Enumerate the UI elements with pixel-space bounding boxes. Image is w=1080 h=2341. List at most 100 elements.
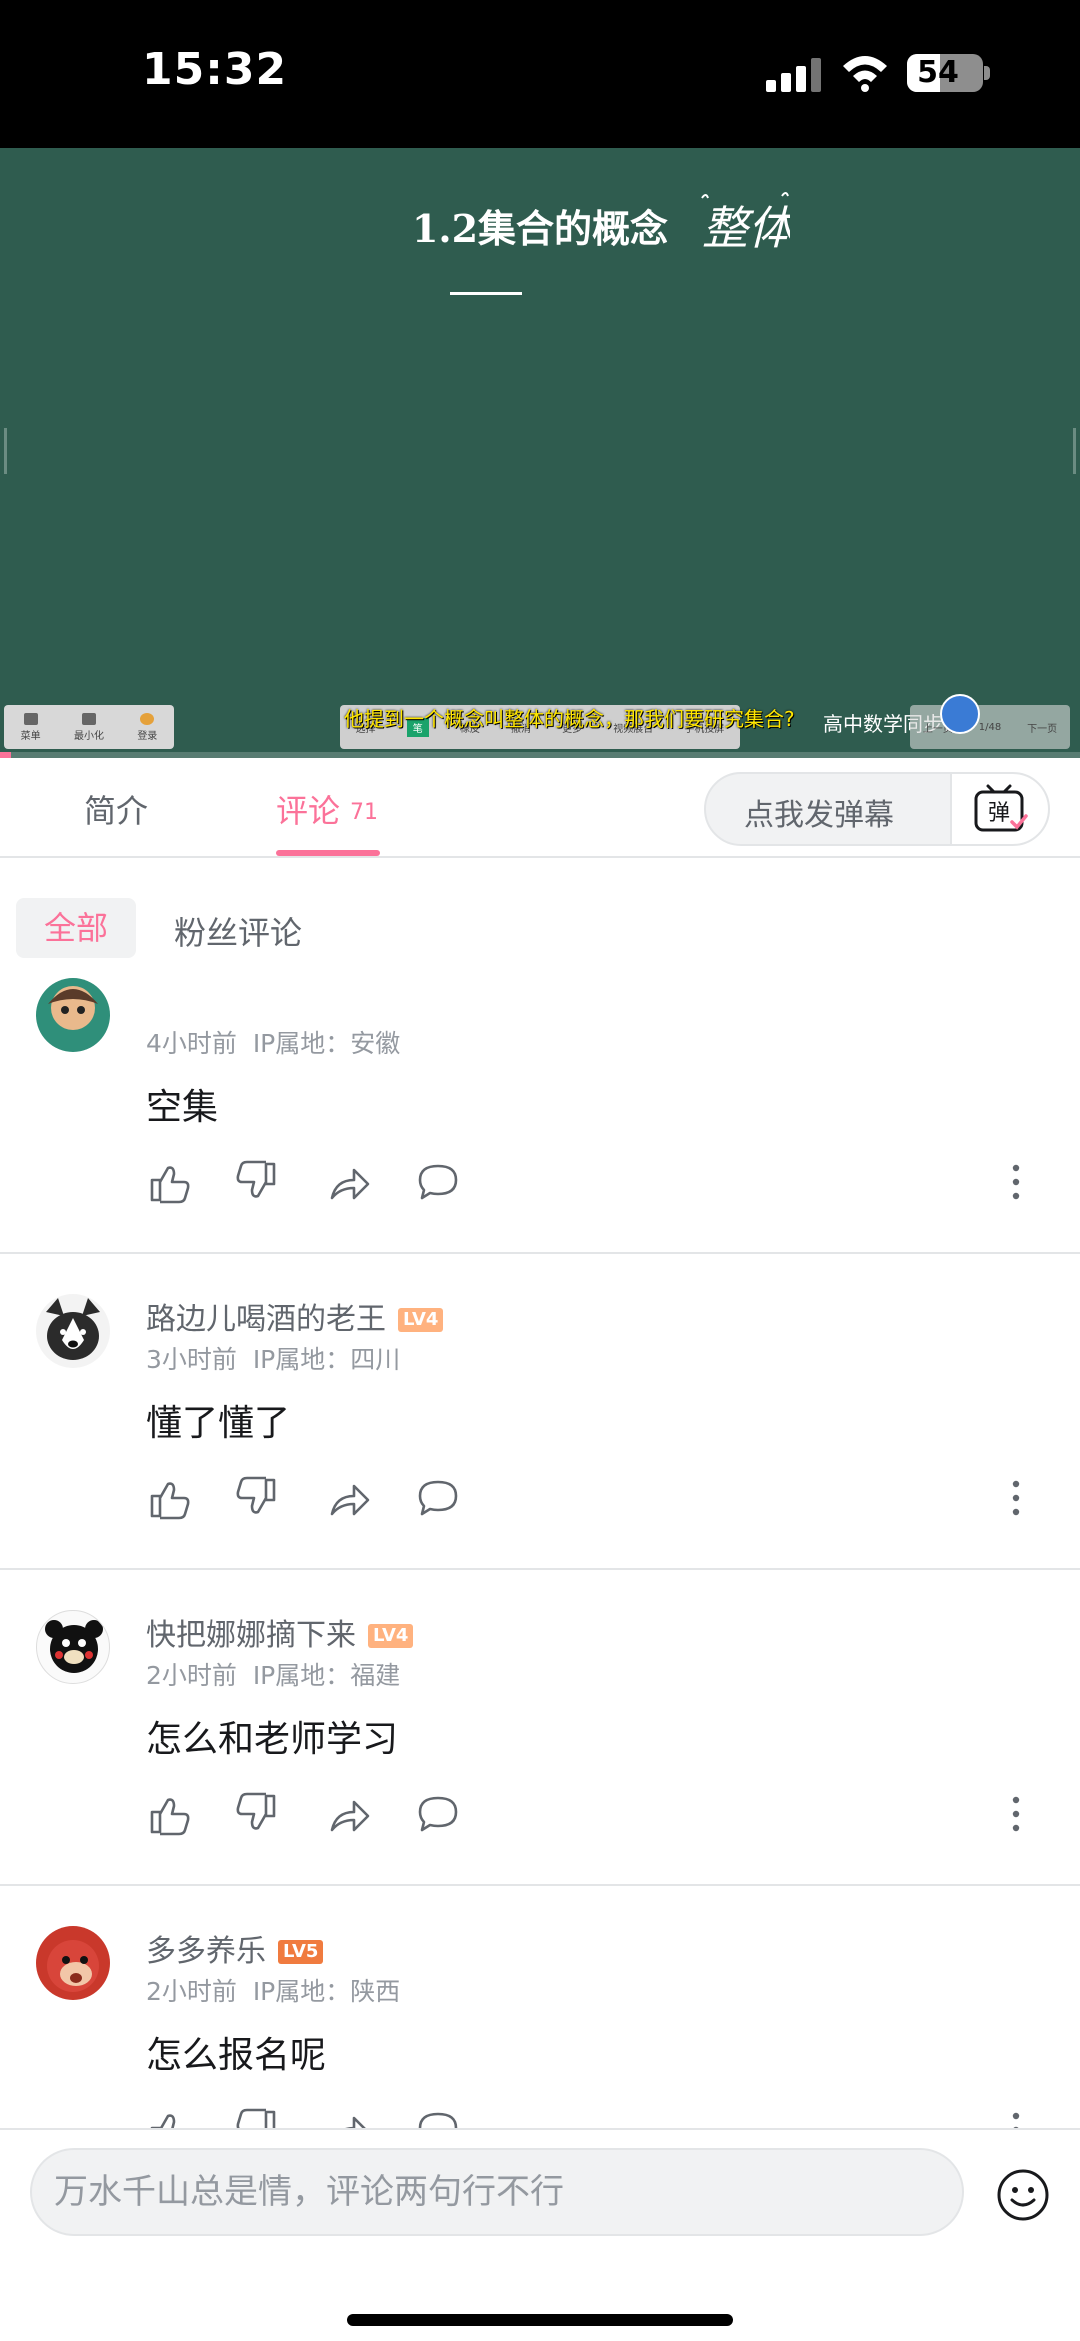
login-icon [140, 712, 155, 725]
avatar[interactable] [36, 1294, 110, 1368]
comment-item: 多多养乐 LV5 2小时前 IP属地：陕西 怎么报名呢 [0, 1886, 1080, 2128]
tab-intro[interactable]: 简介 [84, 786, 148, 832]
comment-input[interactable]: 万水千山总是情，评论两句行不行 [30, 2148, 964, 2236]
status-bar: 15:32 54 [0, 0, 1080, 148]
minimize-icon [81, 712, 96, 725]
avatar[interactable] [36, 978, 110, 1052]
comment-content[interactable]: 懂了懂了 [146, 1394, 290, 1446]
next-page-label: 下一页 [1027, 723, 1058, 735]
comment-ip: IP属地：四川 [252, 1345, 401, 1374]
page-indicator-label: 1/48 [978, 721, 1002, 733]
dislike-icon[interactable] [236, 1160, 280, 1204]
player-edge-mark [1073, 428, 1076, 474]
comment-time: 2小时前 [146, 1977, 237, 2006]
comment-time: 3小时前 [146, 1345, 237, 1374]
comment-ip: IP属地：陕西 [252, 1977, 401, 2006]
minimize-button[interactable]: 最小化 [73, 712, 104, 742]
reply-icon[interactable] [416, 1792, 460, 1836]
video-player[interactable]: 1.2集合的概念 整体 菜单 最小化 登录 选择 笔 橡皮 撤消 更多 视频展台… [0, 148, 1080, 758]
tab-comments-label: 评论 [276, 792, 341, 830]
comment-item: 快把娜娜摘下来 LV4 2小时前 IP属地：福建 怎么和老师学习 [0, 1570, 1080, 1886]
comment-content[interactable]: 怎么和老师学习 [146, 1710, 398, 1762]
danmaku-toggle-button[interactable]: 弹 [950, 774, 1048, 844]
comment-time: 2小时前 [146, 1661, 237, 1690]
comment-username-text: 多多养乐 [146, 1934, 266, 1969]
like-icon[interactable] [146, 1476, 190, 1520]
comment-ip: IP属地：福建 [252, 1661, 401, 1690]
next-page-button[interactable]: 下一页 [1027, 720, 1057, 735]
comment-meta: 2小时前 IP属地：福建 [146, 1656, 400, 1692]
more-options-icon[interactable] [1012, 2110, 1020, 2128]
active-tab-indicator [276, 850, 380, 856]
comment-meta: 4小时前 IP属地：安徽 [146, 1024, 400, 1060]
dislike-icon[interactable] [236, 1792, 280, 1836]
avatar[interactable] [36, 1926, 110, 2000]
comment-actions [146, 2108, 1046, 2128]
filter-fans[interactable]: 粉丝评论 [174, 908, 302, 954]
comment-list: 4小时前 IP属地：安徽 空集 路边儿喝酒的老王 LV4 3小时前 IP属地：四川… [0, 970, 1080, 2128]
danmaku-input[interactable]: 点我发弹幕 弹 [704, 772, 1050, 846]
comment-time: 4小时前 [146, 1029, 237, 1058]
comment-username-text: 快把娜娜摘下来 [146, 1618, 356, 1653]
comment-username[interactable]: 多多养乐 LV5 [146, 1926, 324, 1970]
login-button[interactable]: 登录 [137, 712, 158, 742]
comment-compose-bar: 万水千山总是情，评论两句行不行 [0, 2128, 1080, 2341]
more-options-icon[interactable] [1012, 1794, 1020, 1834]
comment-content[interactable]: 怎么报名呢 [146, 2026, 326, 2078]
share-icon[interactable] [326, 1792, 370, 1836]
share-icon[interactable] [326, 2108, 370, 2128]
battery-percent: 54 [917, 55, 959, 90]
home-indicator [347, 2314, 733, 2326]
page-indicator: 1/48 [979, 722, 1001, 733]
share-icon[interactable] [326, 1160, 370, 1204]
battery-tip [984, 66, 990, 80]
like-icon[interactable] [146, 1160, 190, 1204]
comment-actions [146, 1476, 1046, 1520]
reply-icon[interactable] [416, 2108, 460, 2128]
cellular-signal-icon [766, 58, 822, 92]
reply-icon[interactable] [416, 1160, 460, 1204]
handwriting-scribble: 整体 [701, 192, 790, 255]
menu-button[interactable]: 菜单 [20, 712, 41, 742]
menu-icon [23, 712, 38, 725]
share-icon[interactable] [326, 1476, 370, 1520]
board-title-underline [450, 292, 522, 295]
video-subtitle: 他提到一个概念叫整体的概念，那我们要研究集合? [344, 707, 795, 731]
comment-item: 路边儿喝酒的老王 LV4 3小时前 IP属地：四川 懂了懂了 [0, 1254, 1080, 1570]
comment-username-text: 路边儿喝酒的老王 [146, 1302, 386, 1337]
player-edge-mark [4, 428, 7, 474]
login-label: 登录 [137, 730, 158, 742]
wifi-icon [843, 56, 887, 92]
whiteboard-toolbar-left: 菜单 最小化 登录 [4, 705, 174, 749]
level-badge: LV4 [368, 1624, 414, 1648]
comment-actions [146, 1160, 1046, 1204]
tab-comments[interactable]: 评论 71 [276, 786, 378, 832]
emoji-icon[interactable] [996, 2168, 1050, 2222]
comment-ip: IP属地：安徽 [252, 1029, 401, 1058]
reply-icon[interactable] [416, 1476, 460, 1520]
floating-ball-icon[interactable] [940, 694, 980, 734]
board-title-text: 1.2集合的概念 [411, 206, 669, 251]
danmaku-tv-glyph: 弹 [988, 801, 1010, 826]
dislike-icon[interactable] [236, 2108, 280, 2128]
like-icon[interactable] [146, 1792, 190, 1836]
more-options-icon[interactable] [1012, 1162, 1020, 1202]
level-badge: LV4 [398, 1308, 444, 1332]
filter-all[interactable]: 全部 [16, 898, 136, 958]
comment-username[interactable]: 路边儿喝酒的老王 LV4 [146, 1294, 444, 1338]
minimize-label: 最小化 [73, 730, 104, 742]
comment-meta: 3小时前 IP属地：四川 [146, 1340, 400, 1376]
comment-username[interactable]: 快把娜娜摘下来 LV4 [146, 1610, 414, 1654]
menu-label: 菜单 [20, 730, 41, 742]
danmaku-placeholder: 点我发弹幕 [744, 798, 894, 833]
avatar[interactable] [36, 1610, 110, 1684]
comment-content[interactable]: 空集 [146, 1078, 218, 1130]
level-badge: LV5 [278, 1940, 324, 1964]
comment-meta: 2小时前 IP属地：陕西 [146, 1972, 400, 2008]
comment-count: 71 [350, 800, 379, 825]
dislike-icon[interactable] [236, 1476, 280, 1520]
more-options-icon[interactable] [1012, 1478, 1020, 1518]
comment-item: 4小时前 IP属地：安徽 空集 [0, 970, 1080, 1254]
like-icon[interactable] [146, 2108, 190, 2128]
whiteboard-toolbar-right: 上一页 1/48 下一页 [910, 705, 1070, 749]
